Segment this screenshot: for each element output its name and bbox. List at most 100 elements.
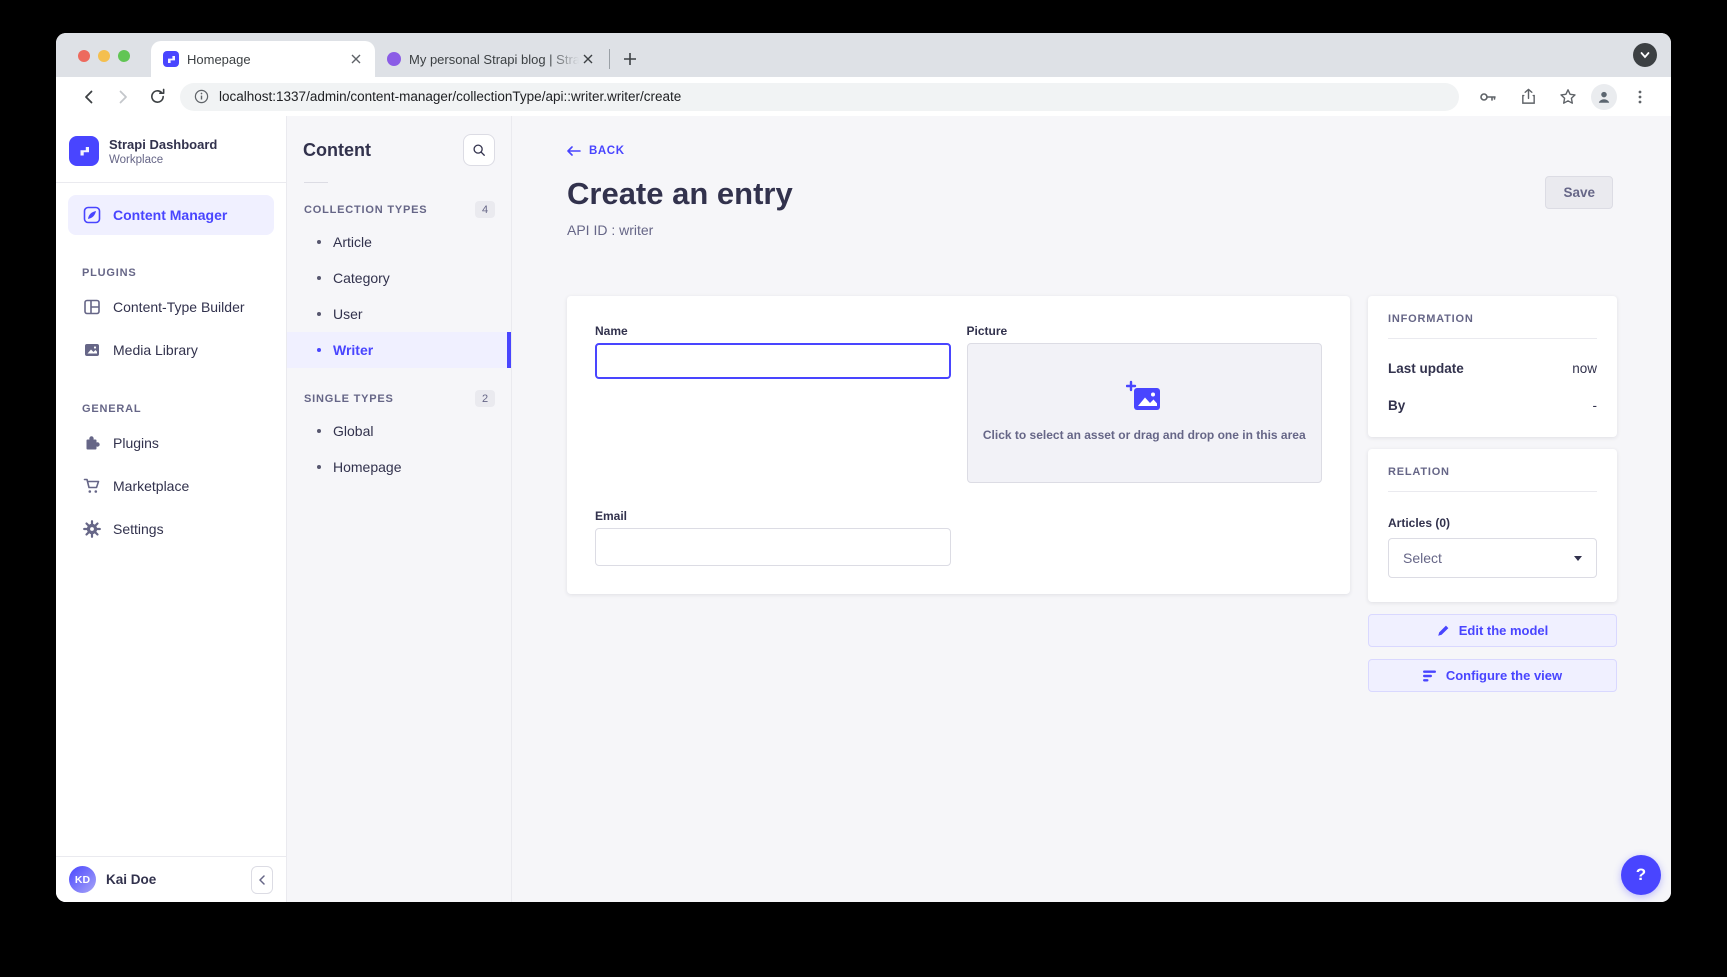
name-field-group: Name — [595, 324, 951, 483]
divider — [1388, 338, 1597, 339]
user-name: Kai Doe — [106, 872, 241, 887]
picture-upload-dropzone[interactable]: Click to select an asset or drag and dro… — [967, 343, 1323, 483]
sidebar-item-label: Content Manager — [113, 207, 227, 223]
sidebar-item-marketplace[interactable]: Marketplace — [68, 464, 274, 507]
tab-close-icon[interactable] — [579, 50, 597, 68]
browser-toolbar: localhost:1337/admin/content-manager/col… — [56, 77, 1671, 116]
configure-list-icon — [1423, 670, 1437, 682]
url-text: localhost:1337/admin/content-manager/col… — [219, 89, 681, 104]
tab-strapi-blog[interactable]: My personal Strapi blog | Strap — [375, 41, 607, 77]
sidebar-item-settings[interactable]: Settings — [68, 507, 274, 550]
subnav-item-article[interactable]: Article — [287, 224, 511, 260]
url-input[interactable]: localhost:1337/admin/content-manager/col… — [180, 83, 1459, 111]
pen-icon — [83, 206, 101, 224]
name-input[interactable] — [595, 343, 951, 379]
relation-card: RELATION Articles (0) Select — [1368, 449, 1617, 602]
strapi-logo-icon — [69, 136, 99, 166]
by-label: By — [1388, 398, 1405, 413]
image-icon — [83, 341, 101, 359]
configure-view-label: Configure the view — [1446, 668, 1562, 683]
tab-title: My personal Strapi blog | Strap — [409, 52, 579, 67]
subnav-item-label: Homepage — [333, 459, 402, 475]
subnav-item-label: Writer — [333, 342, 373, 358]
subnav-title: Content — [303, 140, 371, 161]
subnav-item-homepage[interactable]: Homepage — [287, 449, 511, 485]
close-window-button[interactable] — [78, 50, 90, 62]
sidebar-item-content-manager[interactable]: Content Manager — [68, 195, 274, 235]
subnav-item-category[interactable]: Category — [287, 260, 511, 296]
site-info-icon[interactable] — [194, 89, 209, 104]
help-button[interactable]: ? — [1621, 855, 1661, 895]
bullet-icon — [317, 276, 321, 280]
configure-view-button[interactable]: Configure the view — [1368, 659, 1617, 692]
brand[interactable]: Strapi Dashboard Workplace — [56, 116, 286, 182]
sidebar-item-label: Marketplace — [113, 478, 189, 494]
sidebar-item-label: Media Library — [113, 342, 198, 358]
information-card: INFORMATION Last update now By - — [1368, 296, 1617, 437]
email-input[interactable] — [595, 528, 951, 566]
user-avatar[interactable]: KD — [69, 866, 96, 893]
save-button[interactable]: Save — [1545, 176, 1613, 209]
bookmark-star-icon[interactable] — [1551, 80, 1585, 114]
search-tabs-button[interactable] — [1633, 43, 1657, 67]
by-value: - — [1593, 398, 1598, 413]
subnav-item-user[interactable]: User — [287, 296, 511, 332]
content-subnav: Content COLLECTION TYPES 4 Article — [287, 116, 512, 902]
relation-title: RELATION — [1388, 466, 1597, 478]
forward-icon[interactable] — [106, 80, 140, 114]
subnav-item-label: Article — [333, 234, 372, 250]
maximize-window-button[interactable] — [118, 50, 130, 62]
browser-menu-icon[interactable] — [1623, 80, 1657, 114]
gear-icon — [83, 520, 101, 538]
right-panel: INFORMATION Last update now By - RELATIO… — [1368, 296, 1617, 692]
subnav-item-writer[interactable]: Writer — [287, 332, 511, 368]
email-label: Email — [595, 509, 951, 523]
back-link[interactable]: BACK — [567, 145, 625, 157]
sidebar-item-label: Plugins — [113, 435, 159, 451]
by-row: By - — [1388, 398, 1597, 413]
count-badge: 4 — [475, 201, 495, 218]
information-title: INFORMATION — [1388, 313, 1597, 325]
bullet-icon — [317, 312, 321, 316]
minimize-window-button[interactable] — [98, 50, 110, 62]
subnav-item-label: User — [333, 306, 363, 322]
subnav-item-label: Category — [333, 270, 390, 286]
api-id-subtitle: API ID : writer — [567, 222, 1613, 238]
sidebar-section-label: PLUGINS — [82, 267, 286, 279]
collapse-sidebar-button[interactable] — [251, 866, 273, 894]
subnav-item-global[interactable]: Global — [287, 413, 511, 449]
brand-subtitle: Workplace — [109, 154, 217, 166]
sidebar-section-label: GENERAL — [82, 403, 286, 415]
back-arrow-icon — [567, 146, 581, 156]
tab-close-icon[interactable] — [347, 50, 365, 68]
back-icon[interactable] — [72, 80, 106, 114]
articles-select[interactable]: Select — [1388, 538, 1597, 578]
search-button[interactable] — [463, 134, 495, 166]
password-key-icon[interactable] — [1471, 80, 1505, 114]
sidebar-item-plugins[interactable]: Plugins — [68, 421, 274, 464]
browser-actions — [1471, 80, 1657, 114]
main-content: BACK Create an entry Save API ID : write… — [512, 116, 1671, 902]
browser-profile-avatar[interactable] — [1591, 84, 1617, 110]
upload-hint-text: Click to select an asset or drag and dro… — [983, 426, 1306, 445]
sidebar-item-media-library[interactable]: Media Library — [68, 328, 274, 371]
puzzle-icon — [83, 434, 101, 452]
new-tab-button[interactable] — [616, 45, 644, 73]
divider — [1388, 491, 1597, 492]
edit-model-label: Edit the model — [1459, 623, 1549, 638]
window-controls[interactable] — [78, 50, 130, 62]
tab-homepage[interactable]: Homepage — [151, 41, 375, 77]
edit-model-button[interactable]: Edit the model — [1368, 614, 1617, 647]
picture-label: Picture — [967, 324, 1323, 338]
reload-icon[interactable] — [140, 80, 174, 114]
sidebar-item-label: Settings — [113, 521, 164, 537]
sidebar-item-content-type-builder[interactable]: Content-Type Builder — [68, 285, 274, 328]
share-icon[interactable] — [1511, 80, 1545, 114]
browser-tabstrip: Homepage My personal Strapi blog | Strap — [56, 33, 1671, 77]
page-title: Create an entry — [567, 176, 793, 212]
add-image-icon — [1126, 380, 1162, 412]
entry-form-card: Name Picture — [567, 296, 1350, 594]
articles-relation-label: Articles (0) — [1388, 516, 1597, 530]
bullet-icon — [317, 348, 321, 352]
last-update-label: Last update — [1388, 361, 1464, 376]
